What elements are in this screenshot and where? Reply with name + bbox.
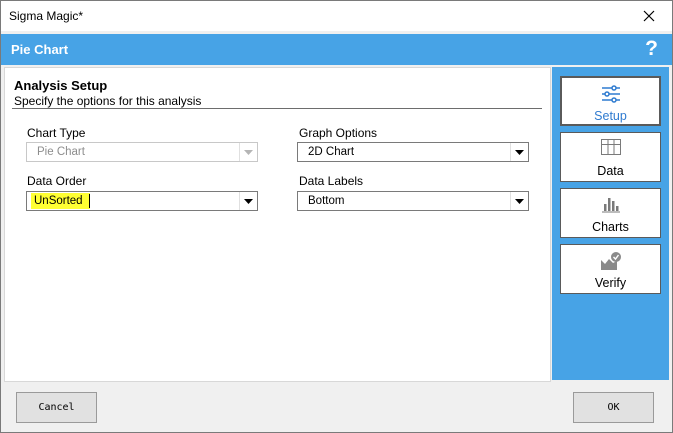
- graph-options-select[interactable]: 2D Chart: [297, 142, 529, 162]
- chart-type-label: Chart Type: [27, 126, 86, 140]
- setup-panel: Analysis Setup Specify the options for t…: [4, 67, 551, 382]
- title-bar: Sigma Magic*: [1, 1, 672, 31]
- data-order-label: Data Order: [27, 174, 87, 188]
- dropdown-arrow-icon[interactable]: [239, 192, 257, 210]
- help-button[interactable]: ?: [645, 37, 658, 61]
- sidebar-item-label: Setup: [594, 109, 627, 123]
- dropdown-arrow-icon[interactable]: [510, 192, 528, 210]
- section-subtitle: Specify the options for this analysis: [14, 94, 202, 108]
- bar-chart-icon: [601, 198, 620, 213]
- data-order-value[interactable]: UnSorted: [34, 195, 83, 207]
- dialog-window: Sigma Magic* Pie Chart ? Analysis Setup …: [0, 0, 673, 433]
- cancel-button-label: Cancel: [38, 402, 75, 413]
- grid-icon: [600, 139, 621, 155]
- section-title: Analysis Setup: [14, 78, 108, 93]
- header-title: Pie Chart: [11, 42, 69, 57]
- sidebar-item-verify[interactable]: Verify: [560, 244, 661, 294]
- verify-icon: [600, 252, 621, 270]
- cancel-button[interactable]: Cancel: [16, 392, 97, 423]
- sidebar-item-label: Verify: [594, 276, 627, 290]
- graph-options-label: Graph Options: [299, 126, 378, 140]
- sidebar-item-label: Charts: [592, 220, 629, 234]
- chart-type-value: Pie Chart: [37, 146, 85, 158]
- text-caret: [89, 194, 90, 208]
- dropdown-arrow-icon[interactable]: [510, 143, 528, 161]
- chart-type-select[interactable]: Pie Chart: [26, 142, 258, 162]
- data-labels-label: Data Labels: [299, 174, 364, 188]
- data-labels-value: Bottom: [308, 195, 345, 207]
- sliders-icon: [601, 85, 620, 103]
- header-bar: Pie Chart ?: [1, 34, 672, 65]
- close-icon: [643, 10, 655, 22]
- sidebar-item-label: Data: [597, 164, 624, 178]
- ok-button-label: OK: [607, 402, 620, 413]
- data-labels-select[interactable]: Bottom: [297, 191, 529, 211]
- close-button[interactable]: [626, 1, 672, 31]
- section-divider: [12, 108, 542, 109]
- sidebar-item-setup[interactable]: Setup: [560, 76, 661, 126]
- sidebar-item-charts[interactable]: Charts: [560, 188, 661, 238]
- dropdown-arrow-icon: [239, 143, 257, 161]
- graph-options-value: 2D Chart: [308, 146, 355, 158]
- sidebar: Setup Data Charts Verify: [552, 67, 669, 380]
- data-order-select[interactable]: UnSorted: [26, 191, 258, 211]
- ok-button[interactable]: OK: [573, 392, 654, 423]
- window-title: Sigma Magic*: [9, 9, 84, 23]
- sidebar-item-data[interactable]: Data: [560, 132, 661, 182]
